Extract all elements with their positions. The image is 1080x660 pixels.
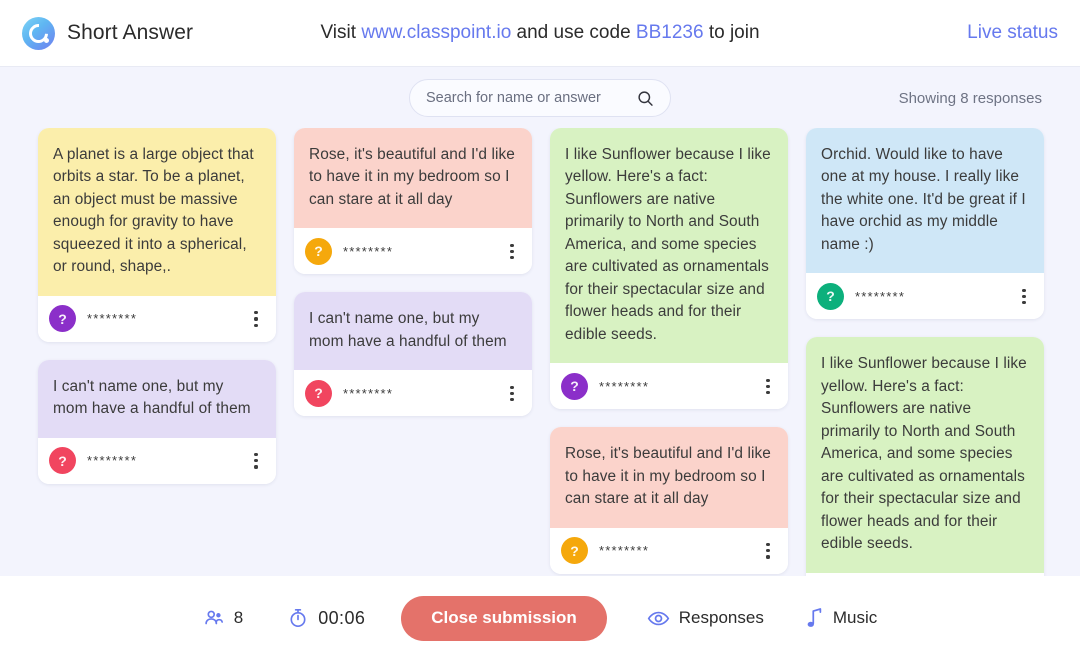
classpoint-url-link[interactable]: www.classpoint.io — [361, 22, 511, 43]
search-box[interactable] — [409, 79, 671, 117]
response-card-footer: ? ******** — [38, 295, 276, 342]
response-card-footer: ? ******** — [550, 363, 788, 410]
response-text: A planet is a large object that orbits a… — [38, 128, 276, 296]
student-name: ******** — [343, 243, 394, 259]
brand: Short Answer — [22, 16, 194, 50]
music-button[interactable]: Music — [806, 607, 877, 630]
avatar: ? — [305, 379, 332, 407]
response-column: Rose, it's beautiful and I'd like to hav… — [294, 128, 532, 417]
timer[interactable]: 00:06 — [287, 607, 365, 629]
close-submission-button[interactable]: Close submission — [401, 595, 607, 641]
response-card-footer: ? ******** — [294, 370, 532, 417]
response-text: Orchid. Would like to have one at my hou… — [806, 128, 1044, 274]
kebab-menu-icon[interactable] — [760, 541, 776, 561]
response-card-footer: ? ******** — [806, 273, 1044, 320]
student-name: ******** — [855, 288, 906, 304]
response-card[interactable]: Rose, it's beautiful and I'd like to hav… — [550, 427, 788, 574]
response-card[interactable]: Orchid. Would like to have one at my hou… — [806, 128, 1044, 320]
response-text: I can't name one, but my mom have a hand… — [38, 359, 276, 438]
eye-icon — [647, 611, 670, 625]
avatar: ? — [49, 447, 76, 475]
response-card[interactable]: A planet is a large object that orbits a… — [38, 128, 276, 342]
responses-label: Responses — [678, 608, 764, 627]
response-card[interactable]: I can't name one, but my mom have a hand… — [294, 292, 532, 417]
people-icon — [205, 610, 223, 625]
bottom-toolbar: 8 00:06 Close submission Responses Music — [0, 576, 1080, 660]
kebab-menu-icon[interactable] — [1016, 286, 1032, 306]
avatar: ? — [49, 305, 76, 333]
response-text: I like Sunflower because I like yellow. … — [550, 128, 788, 364]
response-card-footer: ? ******** — [550, 527, 788, 574]
student-name: ******** — [87, 453, 138, 469]
page-title: Short Answer — [67, 21, 194, 44]
responses-columns: A planet is a large object that orbits a… — [38, 128, 1044, 576]
student-name: ******** — [599, 543, 650, 559]
response-card[interactable]: I like Sunflower because I like yellow. … — [806, 337, 1044, 576]
responses-button[interactable]: Responses — [647, 607, 764, 630]
response-card[interactable]: I like Sunflower because I like yellow. … — [550, 128, 788, 410]
response-text: I like Sunflower because I like yellow. … — [806, 337, 1044, 573]
avatar: ? — [561, 537, 588, 565]
avatar: ? — [305, 237, 332, 265]
student-name: ******** — [87, 311, 138, 327]
avatar: ? — [817, 282, 844, 310]
join-suffix: to join — [703, 22, 760, 43]
kebab-menu-icon[interactable] — [504, 241, 520, 261]
search-row: Showing 8 responses — [0, 67, 1080, 129]
response-count-label: Showing 8 responses — [898, 89, 1042, 107]
music-label: Music — [832, 608, 878, 627]
search-icon[interactable] — [637, 90, 654, 107]
stopwatch-icon — [290, 609, 306, 627]
kebab-menu-icon[interactable] — [760, 376, 776, 396]
search-input[interactable] — [426, 90, 629, 106]
response-card-footer: ? ******** — [38, 437, 276, 484]
response-card[interactable]: Rose, it's beautiful and I'd like to hav… — [294, 128, 532, 275]
student-name: ******** — [599, 378, 650, 394]
participants-number: 8 — [233, 608, 244, 627]
response-text: Rose, it's beautiful and I'd like to hav… — [294, 128, 532, 229]
join-code: BB1236 — [635, 22, 704, 43]
classpoint-logo-icon — [22, 16, 55, 50]
response-text: I can't name one, but my mom have a hand… — [294, 292, 532, 371]
avatar: ? — [561, 372, 588, 400]
kebab-menu-icon[interactable] — [504, 383, 520, 403]
music-note-icon — [807, 607, 822, 627]
app-header: Short Answer Visit www.classpoint.io and… — [0, 0, 1080, 66]
response-card-footer: ? ******** — [294, 228, 532, 275]
timer-value: 00:06 — [318, 607, 366, 628]
kebab-menu-icon[interactable] — [248, 309, 264, 329]
response-text: Rose, it's beautiful and I'd like to hav… — [550, 427, 788, 528]
live-status-link[interactable]: Live status — [967, 22, 1058, 44]
join-middle: and use code — [511, 22, 636, 43]
student-name: ******** — [343, 385, 394, 401]
response-column: Orchid. Would like to have one at my hou… — [806, 128, 1044, 576]
kebab-menu-icon[interactable] — [248, 451, 264, 471]
responses-board[interactable]: A planet is a large object that orbits a… — [0, 128, 1080, 576]
response-column: I like Sunflower because I like yellow. … — [550, 128, 788, 574]
response-column: A planet is a large object that orbits a… — [38, 128, 276, 484]
response-card[interactable]: I can't name one, but my mom have a hand… — [38, 359, 276, 484]
join-prefix: Visit — [320, 22, 362, 43]
participants-count: 8 — [203, 607, 243, 629]
